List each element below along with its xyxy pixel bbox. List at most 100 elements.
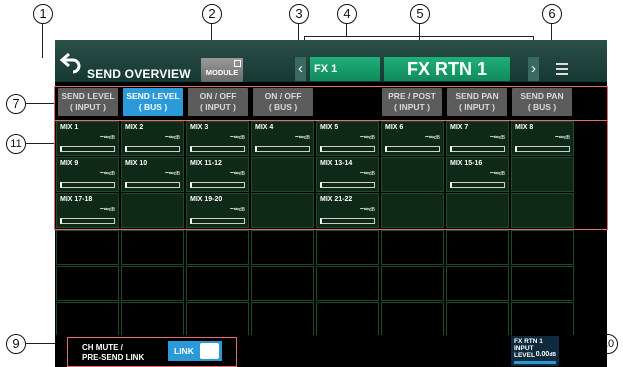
mix-cell[interactable]: MIX 4 −∞dB bbox=[251, 121, 314, 156]
empty-strip bbox=[381, 302, 444, 337]
mix-level: −∞dB bbox=[489, 134, 505, 141]
fx-input-level[interactable]: FX RTN 1 INPUT LEVEL 0.00dB bbox=[511, 336, 559, 366]
mix-name: MIX 9 bbox=[60, 160, 79, 167]
mix-cell[interactable]: MIX 5 −∞dB bbox=[316, 121, 379, 156]
mix-level: −∞dB bbox=[424, 134, 440, 141]
empty-strip bbox=[446, 266, 509, 301]
callout-1: 1 bbox=[33, 4, 53, 24]
tab-line1: ON / OFF bbox=[264, 91, 302, 101]
tab-line2: ( BUS ) bbox=[527, 102, 557, 112]
prev-channel-button[interactable]: ‹ bbox=[295, 57, 306, 81]
mix-level: −∞dB bbox=[164, 134, 180, 141]
tab-line2: ( BUS ) bbox=[268, 102, 298, 112]
mix-cell-empty bbox=[251, 157, 314, 192]
mix-level: −∞dB bbox=[99, 206, 115, 213]
empty-strip bbox=[511, 266, 574, 301]
mix-name: MIX 17-18 bbox=[60, 196, 93, 203]
tab-line2: ( INPUT ) bbox=[200, 102, 236, 112]
tab-send-level-input[interactable]: SEND LEVEL( INPUT ) bbox=[58, 88, 118, 116]
level-bar bbox=[320, 146, 375, 152]
mix-name: MIX 2 bbox=[125, 124, 144, 131]
tab-on-off-bus[interactable]: ON / OFF( BUS ) bbox=[253, 88, 313, 116]
level-bar bbox=[60, 218, 115, 224]
level-bar bbox=[255, 146, 310, 152]
screen-header: SEND OVERVIEW MODULE ‹ FX 1 FX RTN 1 › bbox=[55, 40, 607, 82]
channel-name[interactable]: FX RTN 1 bbox=[384, 57, 510, 81]
empty-strip bbox=[316, 266, 379, 301]
level-bar bbox=[450, 182, 505, 188]
empty-strip bbox=[186, 302, 249, 337]
mix-level: −∞dB bbox=[294, 134, 310, 141]
callout-7: 7 bbox=[6, 94, 26, 114]
mix-name: MIX 5 bbox=[320, 124, 339, 131]
toggle-knob bbox=[200, 343, 219, 359]
back-arrow-icon[interactable] bbox=[59, 50, 83, 74]
callout-6: 6 bbox=[542, 4, 562, 24]
mix-level: −∞dB bbox=[99, 170, 115, 177]
link-label: LINK bbox=[174, 346, 194, 356]
mix-cell[interactable]: MIX 2 −∞dB bbox=[121, 121, 184, 156]
level-bar bbox=[190, 218, 245, 224]
mix-name: MIX 6 bbox=[385, 124, 404, 131]
channel-label: FX 1 bbox=[310, 57, 380, 81]
level-bar bbox=[190, 182, 245, 188]
empty-strip bbox=[511, 230, 574, 265]
tab-bar: SEND LEVEL( INPUT ) SEND LEVEL( BUS ) ON… bbox=[55, 84, 607, 120]
mix-cell[interactable]: MIX 11-12 −∞dB bbox=[186, 157, 249, 192]
empty-strip bbox=[121, 302, 184, 337]
fx-level-value: 0.00dB bbox=[535, 351, 556, 358]
level-bar bbox=[320, 182, 375, 188]
level-bar bbox=[515, 146, 570, 152]
empty-strip bbox=[56, 302, 119, 337]
mix-level: −∞dB bbox=[359, 206, 375, 213]
mix-name: MIX 13-14 bbox=[320, 160, 353, 167]
level-bar bbox=[60, 146, 115, 152]
link-toggle[interactable]: LINK bbox=[168, 341, 222, 361]
tab-line1: SEND PAN bbox=[455, 91, 499, 101]
tab-send-level-bus[interactable]: SEND LEVEL( BUS ) bbox=[123, 88, 183, 116]
mix-cell[interactable]: MIX 15-16 −∞dB bbox=[446, 157, 509, 192]
callout-3: 3 bbox=[289, 4, 309, 24]
module-button[interactable]: MODULE bbox=[201, 58, 243, 82]
tab-line1: SEND LEVEL bbox=[61, 91, 115, 101]
level-bar bbox=[450, 146, 505, 152]
mix-cell-empty bbox=[446, 193, 509, 228]
mix-cell[interactable]: MIX 6 −∞dB bbox=[381, 121, 444, 156]
mute-line1: CH MUTE / bbox=[82, 343, 123, 352]
mix-level: −∞dB bbox=[164, 170, 180, 177]
tab-line2: ( INPUT ) bbox=[394, 102, 430, 112]
mix-cell[interactable]: MIX 8 −∞dB bbox=[511, 121, 574, 156]
empty-strip bbox=[446, 302, 509, 337]
leader-line-4a bbox=[346, 24, 347, 36]
mix-cell[interactable]: MIX 21-22 −∞dB bbox=[316, 193, 379, 228]
mix-cell[interactable]: MIX 1 −∞dB bbox=[56, 121, 119, 156]
mix-cell-empty bbox=[251, 193, 314, 228]
level-bar bbox=[320, 218, 375, 224]
mix-cell[interactable]: MIX 17-18 −∞dB bbox=[56, 193, 119, 228]
next-channel-button[interactable]: › bbox=[528, 57, 539, 81]
mix-level: −∞dB bbox=[489, 170, 505, 177]
mix-cell[interactable]: MIX 9 −∞dB bbox=[56, 157, 119, 192]
mix-level: −∞dB bbox=[99, 134, 115, 141]
page-title: SEND OVERVIEW bbox=[87, 67, 191, 81]
mix-cell[interactable]: MIX 13-14 −∞dB bbox=[316, 157, 379, 192]
tab-line1: PRE / POST bbox=[388, 91, 436, 101]
callout-2: 2 bbox=[202, 4, 222, 24]
tab-send-pan-bus[interactable]: SEND PAN( BUS ) bbox=[512, 88, 572, 116]
mix-cell[interactable]: MIX 7 −∞dB bbox=[446, 121, 509, 156]
mix-cell[interactable]: MIX 10 −∞dB bbox=[121, 157, 184, 192]
level-bar bbox=[385, 146, 440, 152]
empty-strip bbox=[186, 266, 249, 301]
menu-icon[interactable] bbox=[556, 63, 568, 75]
tab-pre-post-input[interactable]: PRE / POST( INPUT ) bbox=[382, 88, 442, 116]
level-bar bbox=[125, 146, 180, 152]
tab-on-off-input[interactable]: ON / OFF( INPUT ) bbox=[188, 88, 248, 116]
empty-strip bbox=[251, 302, 314, 337]
tab-send-pan-input[interactable]: SEND PAN( INPUT ) bbox=[447, 88, 507, 116]
mix-name: MIX 11-12 bbox=[190, 160, 222, 167]
mix-level: −∞dB bbox=[359, 170, 375, 177]
mix-cell[interactable]: MIX 19-20 −∞dB bbox=[186, 193, 249, 228]
mix-level: −∞dB bbox=[229, 134, 245, 141]
mix-cell[interactable]: MIX 3 −∞dB bbox=[186, 121, 249, 156]
tab-line1: ON / OFF bbox=[199, 91, 237, 101]
